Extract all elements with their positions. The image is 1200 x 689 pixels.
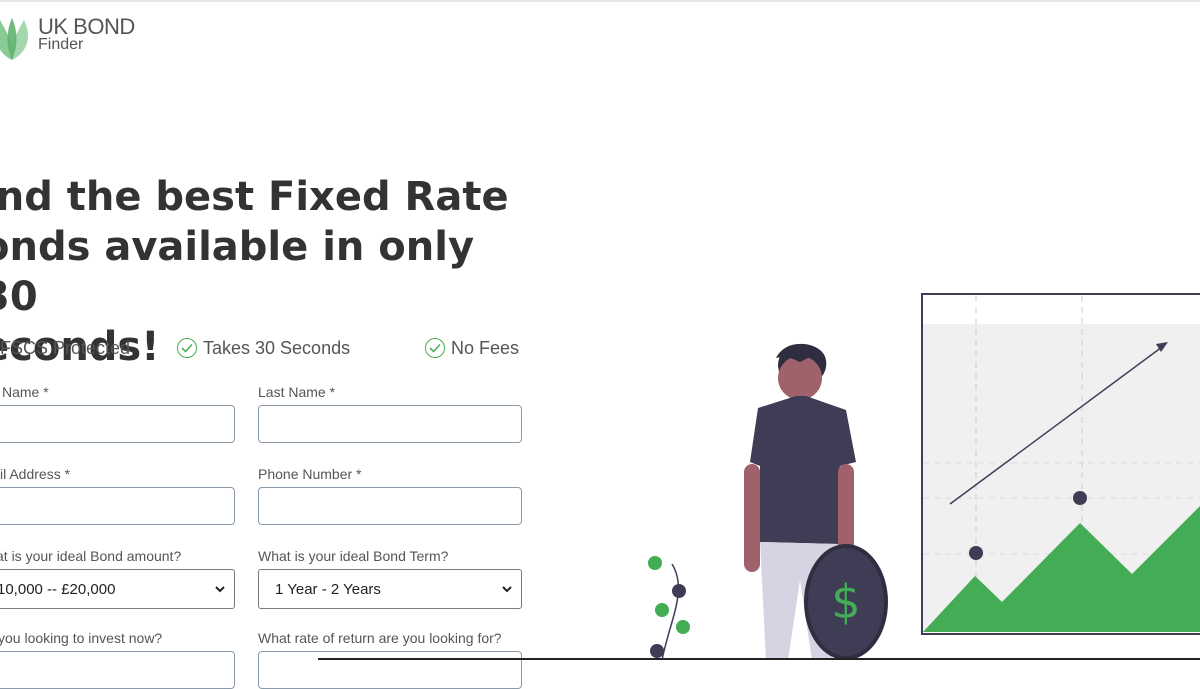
phone-label: Phone Number * <box>258 466 362 482</box>
chevron-down-icon <box>502 586 512 593</box>
feature-label: Takes 30 Seconds <box>203 337 351 358</box>
plant-leaf <box>655 603 669 617</box>
hero-line-1: ind the best Fixed Rate <box>0 174 509 220</box>
hero-line-2: onds available in only 30 <box>0 224 475 320</box>
rate-of-return-label: What rate of return are you looking for? <box>258 630 502 646</box>
bond-amount-label: at is your ideal Bond amount? <box>0 548 182 564</box>
feature-no-fees: No Fees <box>425 336 519 360</box>
last-name-field[interactable] <box>258 405 522 443</box>
person-right-arm <box>838 464 854 554</box>
email-field[interactable] <box>0 487 235 525</box>
check-circle-icon <box>177 338 197 358</box>
first-name-label: Name * <box>2 384 49 400</box>
invest-now-label: you looking to invest now? <box>0 630 163 646</box>
bond-term-label: What is your ideal Bond Term? <box>258 548 449 564</box>
brand-subname: Finder <box>38 36 84 53</box>
chart-point <box>1073 491 1087 505</box>
first-name-field[interactable] <box>0 405 235 443</box>
chart-point <box>969 546 983 560</box>
feature-fscs: FSCS Protected <box>0 336 130 360</box>
dollar-sign-icon: $ <box>831 575 860 629</box>
brand-logo[interactable]: UK BOND Finder <box>0 8 160 64</box>
bond-term-select[interactable]: 1 Year - 2 Years <box>258 569 522 609</box>
chevron-down-icon <box>215 586 225 593</box>
person-head <box>778 356 822 400</box>
phone-field[interactable] <box>258 487 522 525</box>
top-border <box>0 0 1200 2</box>
plant-leaf <box>648 556 662 570</box>
feature-30-seconds: Takes 30 Seconds <box>177 336 350 360</box>
bond-amount-select[interactable]: 10,000 -- £20,000 <box>0 569 235 609</box>
person-left-arm <box>744 464 760 572</box>
last-name-label: Last Name * <box>258 384 336 400</box>
plant-berry <box>672 584 686 598</box>
investment-illustration: $ <box>648 293 1200 660</box>
plant-leaf <box>676 620 690 634</box>
bond-amount-value: 10,000 -- £20,000 <box>0 580 116 598</box>
leaf-logo-icon <box>0 18 28 60</box>
email-label: il Address * <box>0 466 71 482</box>
feature-label: No Fees <box>451 337 520 358</box>
invest-now-select[interactable] <box>0 651 235 689</box>
feature-label: FSCS Protected <box>0 337 131 358</box>
plant-berry <box>650 644 664 658</box>
check-circle-icon <box>425 338 445 358</box>
bond-term-value: 1 Year - 2 Years <box>275 580 381 598</box>
rate-of-return-select[interactable] <box>258 651 522 689</box>
